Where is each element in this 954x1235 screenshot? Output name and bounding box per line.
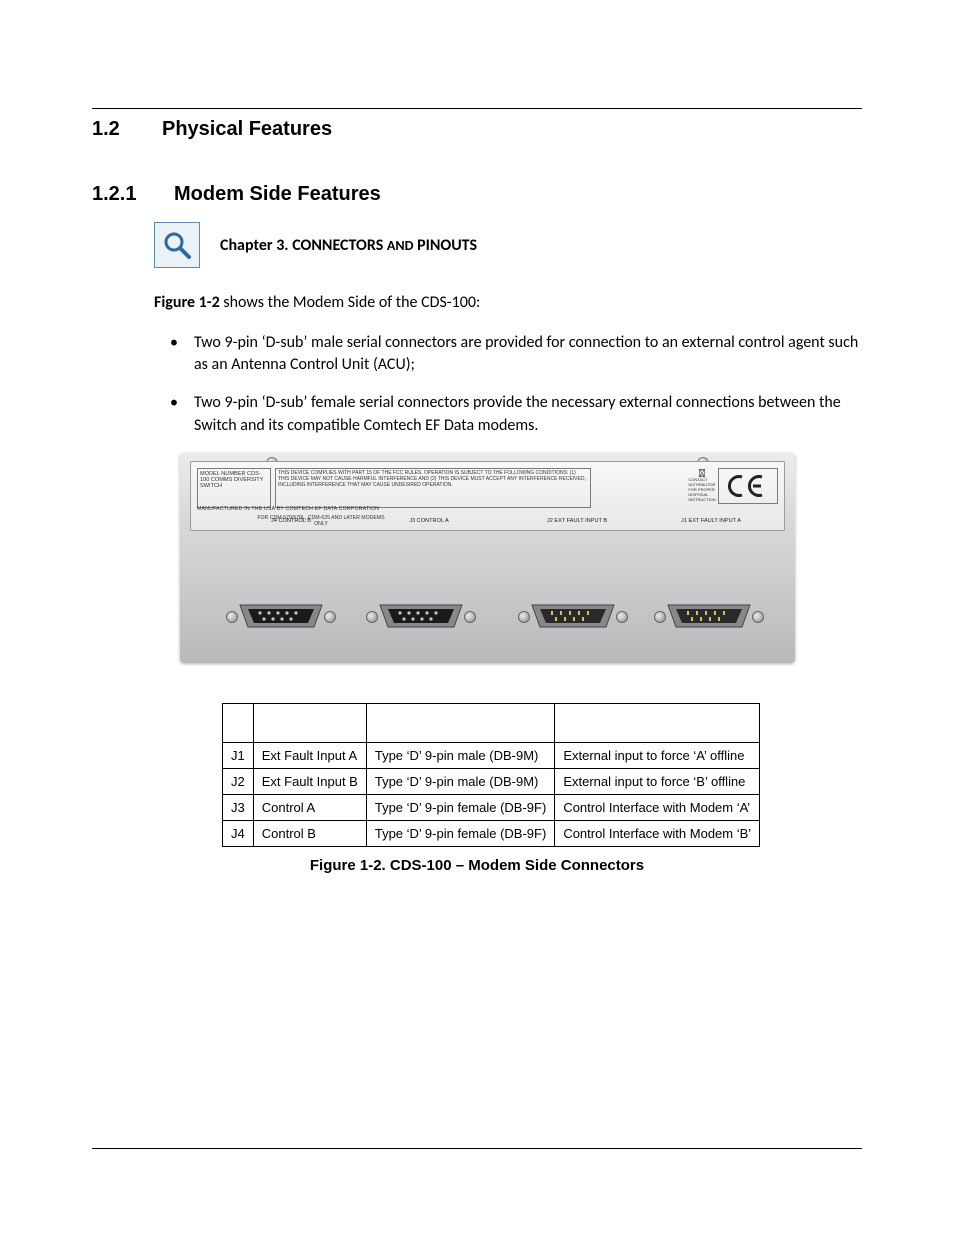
subsection-heading: 1.2.1 Modem Side Features (92, 183, 862, 206)
port-label-j4: J4 CONTROL B (251, 519, 331, 525)
figure-reference: Figure 1-2 (154, 293, 220, 312)
weee-icon: CONTACT DISTRIBUTOR FOR PROPER DISPOSAL … (692, 468, 712, 502)
bullet-list: Two 9-pin ‘D-sub’ male serial connectors… (154, 332, 862, 438)
device-label-panel: MODEL NUMBER CDS-100 COMMS DIVERSITY SWI… (190, 461, 785, 531)
table-header-row (223, 704, 760, 743)
manufacturer-label: MANUFACTURED IN THE USA BY COMTECH EF DA… (197, 506, 379, 512)
table-header (253, 704, 366, 743)
port-label-j1: J1 EXT FAULT INPUT A (661, 519, 761, 525)
table-row: J4 Control B Type ‘D’ 9-pin female (DB-9… (223, 821, 760, 847)
intro-paragraph: Figure 1-2 shows the Modem Side of the C… (154, 292, 862, 314)
section-number: 1.2 (92, 118, 132, 141)
model-label: MODEL NUMBER CDS-100 COMMS DIVERSITY SWI… (197, 468, 271, 508)
list-item: Two 9-pin ‘D-sub’ female serial connecto… (188, 392, 862, 437)
list-item: Two 9-pin ‘D-sub’ male serial connectors… (188, 332, 862, 377)
db9-male-connector-icon (662, 597, 756, 635)
table-row: J1 Ext Fault Input A Type ‘D’ 9-pin male… (223, 743, 760, 769)
db9-female-connector-icon (234, 597, 328, 635)
page-rule-bottom (92, 1148, 862, 1149)
subsection-number: 1.2.1 (92, 183, 144, 206)
page-rule-top (92, 108, 862, 109)
fcc-label: THIS DEVICE COMPLIES WITH PART 15 OF THE… (275, 468, 591, 508)
section-heading: 1.2 Physical Features (92, 118, 862, 141)
port-label-j2: J2 EXT FAULT INPUT B (527, 519, 627, 525)
reference-callout: Chapter 3. CONNECTORS AND PINOUTS (154, 222, 862, 268)
port-label-j3: J3 CONTROL A (389, 519, 469, 525)
magnifier-icon (154, 222, 200, 268)
table-header (555, 704, 760, 743)
section-title: Physical Features (162, 118, 332, 141)
db9-male-connector-icon (526, 597, 620, 635)
table-row: J3 Control A Type ‘D’ 9-pin female (DB-9… (223, 795, 760, 821)
connectors-table: J1 Ext Fault Input A Type ‘D’ 9-pin male… (222, 703, 760, 847)
table-header (223, 704, 254, 743)
figure-caption: Figure 1-2. CDS-100 – Modem Side Connect… (92, 857, 862, 874)
db9-female-connector-icon (374, 597, 468, 635)
callout-text: Chapter 3. CONNECTORS AND PINOUTS (220, 236, 477, 255)
device-photo: MODEL NUMBER CDS-100 COMMS DIVERSITY SWI… (180, 453, 795, 663)
ce-mark-icon (718, 468, 778, 504)
table-header (366, 704, 554, 743)
subsection-title: Modem Side Features (174, 183, 381, 206)
table-row: J2 Ext Fault Input B Type ‘D’ 9-pin male… (223, 769, 760, 795)
